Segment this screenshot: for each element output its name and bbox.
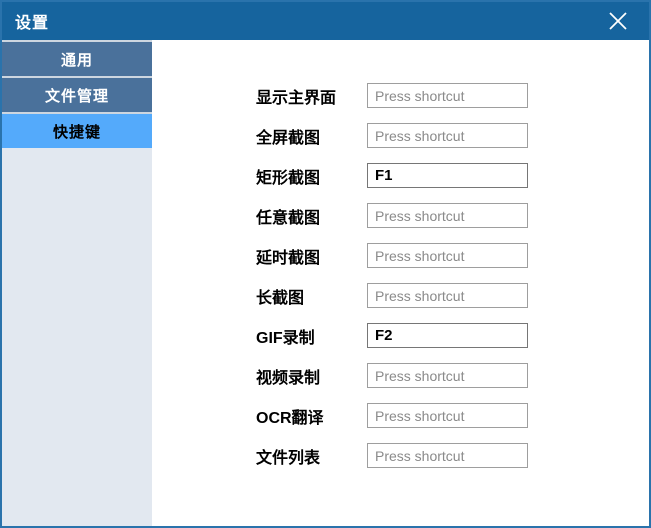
shortcut-row-rectangle-capture: 矩形截图	[256, 163, 649, 188]
shortcut-row-fullscreen-capture: 全屏截图	[256, 123, 649, 148]
sidebar-item-general[interactable]: 通用	[2, 40, 152, 76]
window-title: 设置	[15, 15, 50, 32]
close-button[interactable]	[603, 6, 633, 36]
shortcut-label: 延时截图	[256, 249, 321, 267]
shortcut-input-delayed-capture[interactable]	[367, 243, 528, 268]
shortcut-label: 任意截图	[256, 209, 321, 227]
shortcut-input-ocr-translate[interactable]	[367, 403, 528, 428]
titlebar: 设置	[2, 2, 649, 40]
shortcut-input-rectangle-capture[interactable]	[367, 163, 528, 188]
shortcut-label: OCR翻译	[256, 409, 324, 427]
shortcut-input-long-capture[interactable]	[367, 283, 528, 308]
shortcut-row-file-list: 文件列表	[256, 443, 649, 468]
shortcut-input-fullscreen-capture[interactable]	[367, 123, 528, 148]
shortcut-label: GIF录制	[256, 329, 315, 347]
sidebar: 通用 文件管理 快捷键	[2, 40, 152, 526]
shortcut-row-delayed-capture: 延时截图	[256, 243, 649, 268]
shortcut-row-show-main: 显示主界面	[256, 83, 649, 108]
shortcut-label: 视频录制	[256, 369, 321, 387]
shortcut-input-video-recording[interactable]	[367, 363, 528, 388]
settings-window: 设置 通用 文件管理 快捷键 显示主界面 全屏截图 矩形截图	[0, 0, 651, 528]
shortcut-row-gif-recording: GIF录制	[256, 323, 649, 348]
shortcut-row-long-capture: 长截图	[256, 283, 649, 308]
hotkeys-panel: 显示主界面 全屏截图 矩形截图 任意截图 延时截图 长截图	[152, 40, 649, 526]
shortcut-row-freeform-capture: 任意截图	[256, 203, 649, 228]
shortcut-input-freeform-capture[interactable]	[367, 203, 528, 228]
sidebar-item-file-management[interactable]: 文件管理	[2, 76, 152, 112]
shortcut-label: 显示主界面	[256, 89, 337, 107]
close-icon	[609, 12, 627, 30]
dialog-body: 通用 文件管理 快捷键 显示主界面 全屏截图 矩形截图 任意截图	[2, 40, 649, 526]
shortcut-label: 长截图	[256, 289, 305, 307]
shortcut-row-video-recording: 视频录制	[256, 363, 649, 388]
shortcut-input-gif-recording[interactable]	[367, 323, 528, 348]
sidebar-item-hotkeys[interactable]: 快捷键	[2, 112, 152, 148]
shortcut-input-show-main[interactable]	[367, 83, 528, 108]
shortcut-label: 文件列表	[256, 449, 321, 467]
shortcut-label: 矩形截图	[256, 169, 321, 187]
shortcut-label: 全屏截图	[256, 129, 321, 147]
shortcut-row-ocr-translate: OCR翻译	[256, 403, 649, 428]
shortcut-input-file-list[interactable]	[367, 443, 528, 468]
